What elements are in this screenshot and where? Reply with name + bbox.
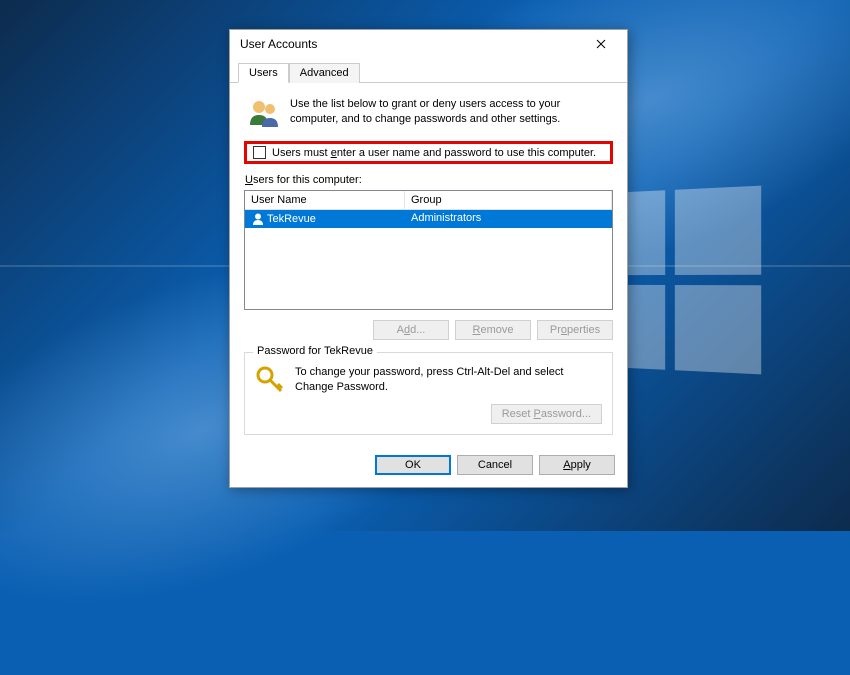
dialog-button-row: OK Cancel Apply <box>230 445 627 487</box>
list-row[interactable]: TekRevue Administrators <box>245 210 612 228</box>
user-buttons-row: Add... Remove Properties <box>244 320 613 340</box>
col-header-username[interactable]: User Name <box>245 191 405 209</box>
password-groupbox: Password for TekRevue To change your pas… <box>244 352 613 435</box>
cell-username: TekRevue <box>245 210 405 228</box>
col-header-group[interactable]: Group <box>405 191 612 209</box>
users-icon <box>248 97 280 129</box>
tab-panel-users: Use the list below to grant or deny user… <box>230 83 627 445</box>
add-button: Add... <box>373 320 449 340</box>
window-title: User Accounts <box>240 37 317 51</box>
close-button[interactable] <box>581 33 621 55</box>
properties-button: Properties <box>537 320 613 340</box>
users-list-label: Users for this computer: <box>245 174 613 186</box>
cell-group: Administrators <box>405 210 612 228</box>
require-password-checkbox[interactable] <box>253 146 266 159</box>
ok-button[interactable]: OK <box>375 455 451 475</box>
intro-text: Use the list below to grant or deny user… <box>290 97 609 128</box>
user-icon <box>251 212 265 226</box>
list-header[interactable]: User Name Group <box>245 191 612 210</box>
password-instruction-text: To change your password, press Ctrl-Alt-… <box>295 365 602 396</box>
password-groupbox-title: Password for TekRevue <box>253 345 377 357</box>
tab-users[interactable]: Users <box>238 63 289 83</box>
reset-password-button: Reset Password... <box>491 404 602 424</box>
remove-button: Remove <box>455 320 531 340</box>
user-accounts-dialog: User Accounts Users Advanced Use the lis… <box>229 29 628 488</box>
require-password-highlight: Users must enter a user name and passwor… <box>244 141 613 164</box>
cancel-button[interactable]: Cancel <box>457 455 533 475</box>
titlebar[interactable]: User Accounts <box>230 30 627 58</box>
key-icon <box>255 365 285 395</box>
tab-advanced[interactable]: Advanced <box>289 63 360 83</box>
apply-button[interactable]: Apply <box>539 455 615 475</box>
require-password-label[interactable]: Users must enter a user name and passwor… <box>272 147 596 159</box>
tab-strip: Users Advanced <box>230 62 627 83</box>
users-list[interactable]: User Name Group TekRevue Administrators <box>244 190 613 310</box>
close-icon <box>596 39 606 49</box>
intro-row: Use the list below to grant or deny user… <box>244 93 613 137</box>
